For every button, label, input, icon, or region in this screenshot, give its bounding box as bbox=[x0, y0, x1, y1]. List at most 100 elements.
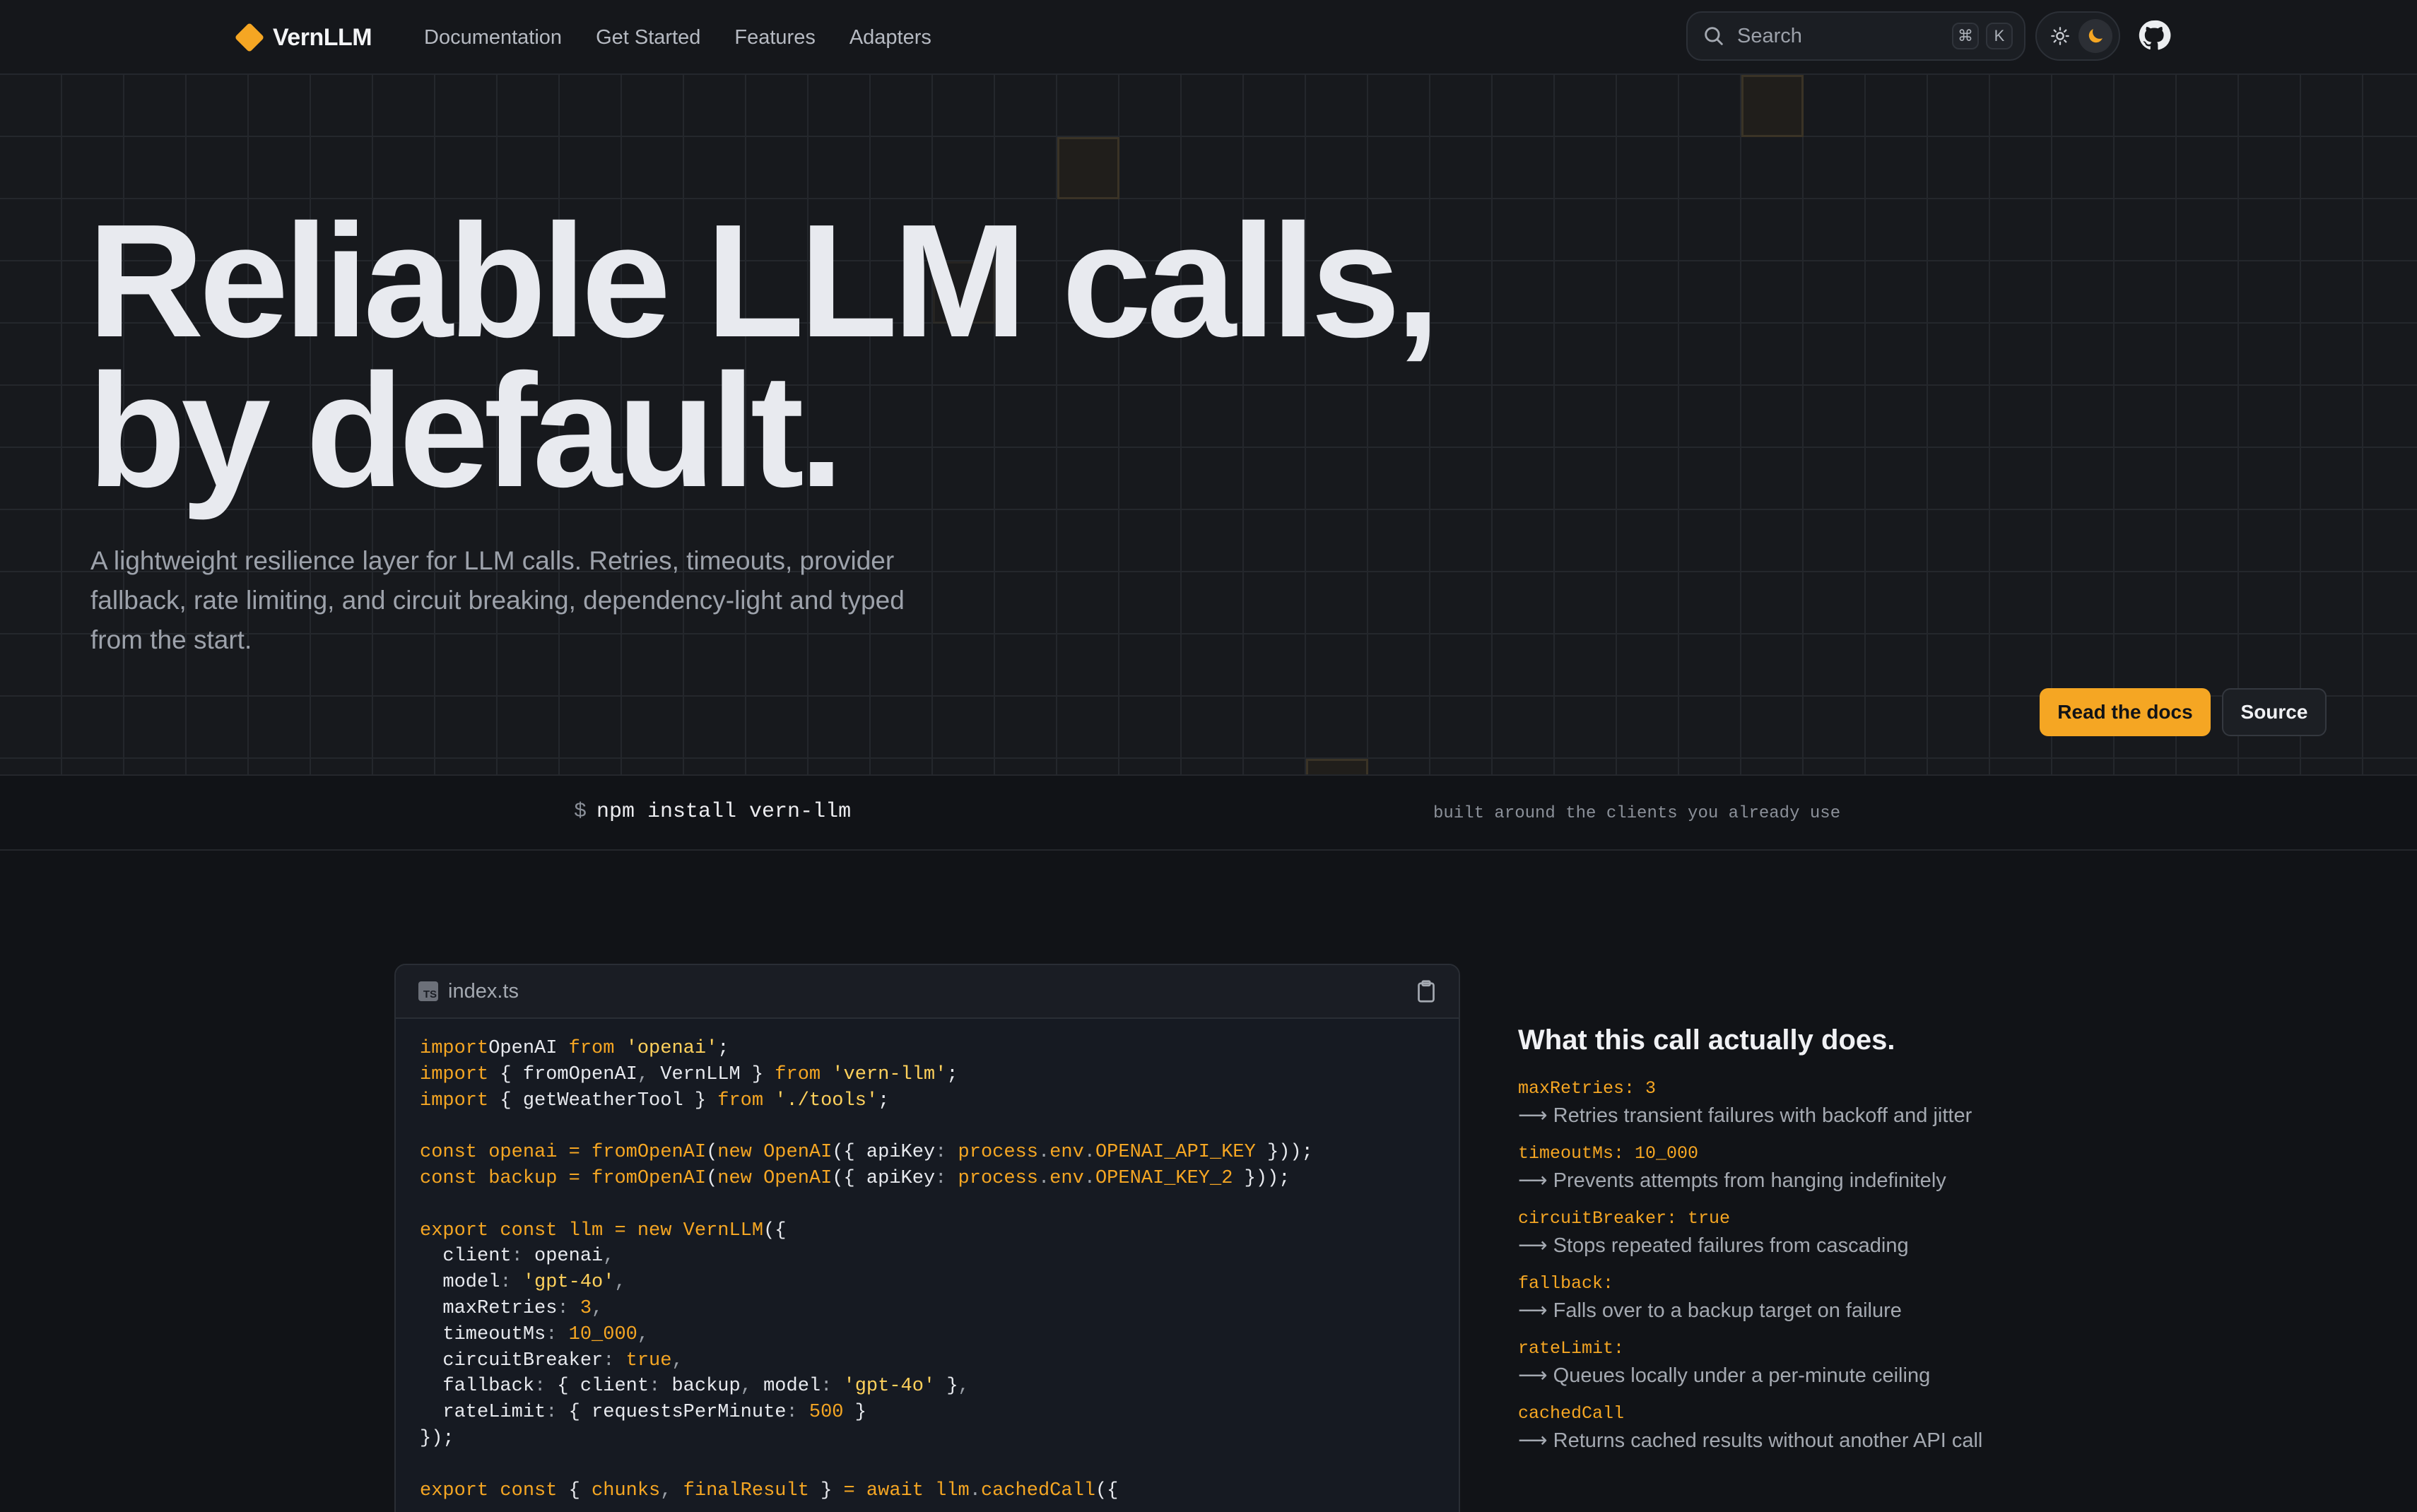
code-token: import bbox=[420, 1063, 489, 1085]
code-token: ({ apiKey bbox=[832, 1142, 936, 1164]
brand[interactable]: VernLLM bbox=[234, 20, 372, 55]
option-item: rateLimit: ⟶ Queues locally under a per-… bbox=[1518, 1336, 2331, 1390]
code-token: true bbox=[614, 1349, 672, 1371]
shortcut-key-cmd: ⌘ bbox=[1952, 23, 1979, 49]
grid-highlight-cell bbox=[1057, 137, 1119, 199]
code-token: new bbox=[717, 1167, 752, 1189]
grid-highlight-cell bbox=[1306, 759, 1368, 774]
code-token: circuitBreaker bbox=[420, 1349, 604, 1371]
code-token: . bbox=[1083, 1167, 1095, 1189]
code-line: model: 'gpt-4o', bbox=[420, 1270, 1435, 1296]
code-token: : bbox=[603, 1349, 615, 1371]
code-token: 3 bbox=[568, 1297, 592, 1319]
source-button[interactable]: Source bbox=[2222, 688, 2327, 736]
explanation-title: What this call actually does. bbox=[1518, 1024, 1895, 1056]
code-line: const openai = fromOpenAI(new OpenAI({ a… bbox=[420, 1140, 1435, 1166]
option-key: fallback: bbox=[1518, 1273, 1614, 1294]
code-line: maxRetries: 3, bbox=[420, 1296, 1435, 1322]
code-token: . bbox=[1037, 1167, 1050, 1189]
hero-section: Reliable LLM calls, by default. A lightw… bbox=[0, 75, 2417, 774]
code-line: const backup = fromOpenAI(new OpenAI({ a… bbox=[420, 1166, 1435, 1192]
code-token: backup bbox=[477, 1167, 569, 1189]
code-token: timeoutMs bbox=[420, 1323, 546, 1345]
option-item: cachedCall ⟶ Returns cached results with… bbox=[1518, 1401, 2331, 1455]
explanation-panel: What this call actually does. maxRetries… bbox=[1518, 1024, 2331, 1466]
code-line: rateLimit: { requestsPerMinute: 500 } bbox=[420, 1400, 1435, 1426]
code-token: OPENAI_KEY_2 bbox=[1095, 1167, 1233, 1189]
code-token: { client bbox=[546, 1376, 649, 1398]
nav-link-features[interactable]: Features bbox=[734, 26, 815, 49]
code-line: import { fromOpenAI, VernLLM } from 'ver… bbox=[420, 1062, 1435, 1088]
option-item: fallback: ⟶ Falls over to a backup targe… bbox=[1518, 1271, 2331, 1325]
code-block[interactable]: importOpenAI from 'openai'; import { from… bbox=[396, 1019, 1459, 1512]
code-token: { fromOpenAI bbox=[488, 1063, 637, 1085]
code-token: : bbox=[786, 1402, 798, 1424]
code-token: llm bbox=[923, 1479, 970, 1501]
code-token: , bbox=[637, 1323, 649, 1345]
code-token: ; bbox=[946, 1063, 958, 1085]
code-token: , bbox=[614, 1272, 626, 1294]
code-line: circuitBreaker: true, bbox=[420, 1348, 1435, 1374]
install-strip: $ npm install vern-llm built around the c… bbox=[0, 774, 2417, 851]
code-token: , bbox=[740, 1376, 752, 1398]
code-token: ; bbox=[717, 1038, 729, 1059]
code-token: VernLLM bbox=[671, 1219, 764, 1241]
clients-note: built around the clients you already use bbox=[1433, 804, 1841, 823]
code-token: 'gpt-4o' bbox=[511, 1272, 615, 1294]
code-token: VernLLM } bbox=[649, 1063, 775, 1085]
code-token: new bbox=[625, 1219, 672, 1241]
option-description: ⟶ Returns cached results without another… bbox=[1518, 1429, 1983, 1452]
github-icon[interactable] bbox=[2137, 18, 2171, 52]
code-token: process bbox=[946, 1142, 1038, 1164]
code-token: ({ bbox=[763, 1219, 787, 1241]
code-token: { bbox=[557, 1479, 592, 1501]
code-token: import bbox=[420, 1089, 489, 1111]
code-token: { requestsPerMinute bbox=[557, 1402, 787, 1424]
code-token: cachedCall bbox=[980, 1479, 1095, 1501]
code-token: env bbox=[1049, 1167, 1084, 1189]
nav-link-get-started[interactable]: Get Started bbox=[596, 26, 700, 49]
file-name: index.ts bbox=[448, 979, 519, 1003]
option-key: rateLimit: bbox=[1518, 1338, 1625, 1359]
code-token: model bbox=[420, 1272, 500, 1294]
nav-link-documentation[interactable]: Documentation bbox=[424, 26, 562, 49]
diamond-logo-icon bbox=[234, 22, 265, 53]
read-docs-button[interactable]: Read the docs bbox=[2040, 688, 2211, 736]
option-description: ⟶ Falls over to a backup target on failu… bbox=[1518, 1299, 1902, 1322]
light-theme-button[interactable] bbox=[2043, 19, 2077, 53]
search-button[interactable]: Search ⌘ K bbox=[1686, 11, 2025, 61]
install-command[interactable]: $ npm install vern-llm bbox=[574, 800, 851, 824]
nav-link-adapters[interactable]: Adapters bbox=[849, 26, 931, 49]
hero-title-line-1: Reliable LLM calls, bbox=[88, 191, 1440, 371]
code-token: model bbox=[751, 1376, 821, 1398]
code-token: , bbox=[637, 1063, 649, 1085]
code-line: client: openai, bbox=[420, 1244, 1435, 1270]
dark-theme-button[interactable] bbox=[2078, 19, 2112, 53]
code-token: : bbox=[500, 1272, 512, 1294]
code-token: , bbox=[958, 1376, 970, 1398]
code-line: fallback: { client: backup, model: 'gpt-… bbox=[420, 1374, 1435, 1400]
code-token: new bbox=[717, 1142, 752, 1164]
code-token: = bbox=[568, 1142, 580, 1164]
code-token: backup bbox=[660, 1376, 741, 1398]
code-token: OpenAI bbox=[751, 1142, 833, 1164]
code-line: import { getWeatherTool } from './tools'… bbox=[420, 1088, 1435, 1114]
code-token: . bbox=[1083, 1142, 1095, 1164]
code-token: : bbox=[557, 1297, 569, 1319]
code-line: importOpenAI from 'openai'; bbox=[420, 1036, 1435, 1062]
code-token: fallback bbox=[420, 1376, 535, 1398]
code-token: from bbox=[775, 1063, 821, 1085]
code-token: } bbox=[935, 1376, 958, 1398]
option-key: maxRetries: 3 bbox=[1518, 1078, 1657, 1099]
code-token: from bbox=[717, 1089, 764, 1111]
code-token: maxRetries bbox=[420, 1297, 558, 1319]
nav-links: Documentation Get Started Features Adapt… bbox=[424, 20, 931, 55]
code-token: 10_000 bbox=[557, 1323, 637, 1345]
code-token: . bbox=[1037, 1142, 1050, 1164]
code-token: : bbox=[546, 1323, 558, 1345]
option-item: timeoutMs: 10_000 ⟶ Prevents attempts fr… bbox=[1518, 1141, 2331, 1195]
shortcut-key-k: K bbox=[1986, 23, 2013, 49]
clipboard-icon[interactable] bbox=[1413, 979, 1439, 1004]
search-placeholder: Search bbox=[1737, 24, 1802, 47]
